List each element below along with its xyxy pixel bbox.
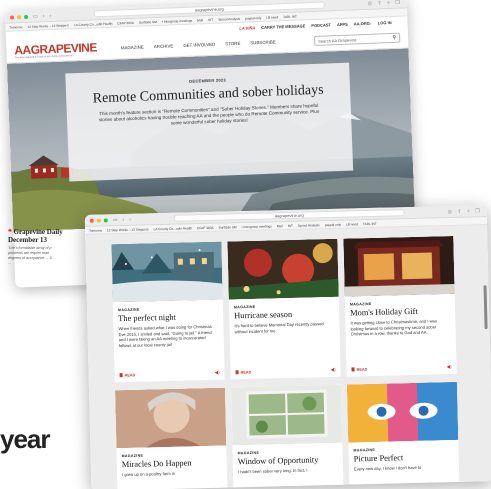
read-button[interactable]: READ — [119, 372, 135, 378]
daily-quote-text: "Life's formidable array of p problems w… — [8, 246, 52, 265]
hero-description: This month's feature section is "Remote … — [98, 102, 320, 126]
article-card[interactable]: MAGAZINE Miracles Do Happen I grew up on… — [114, 387, 228, 489]
storefront-image — [343, 235, 455, 297]
bookmark-item[interactable]: Tomorow — [89, 228, 102, 232]
forward-arrow-icon[interactable]: › — [49, 13, 51, 19]
sidebar-toggle-icon[interactable]: ▭ — [33, 13, 38, 19]
card-excerpt: It was getting close to Christmastime, a… — [350, 318, 437, 337]
utility-nav-carry-message[interactable]: CARRY THE MESSAGE — [261, 23, 305, 30]
close-window-button[interactable] — [9, 14, 15, 20]
speaker-icon[interactable]: ◀) — [331, 367, 336, 373]
bookmark-item[interactable]: 12 Step Works – 12 Steppers — [107, 227, 149, 232]
card-excerpt: When friends asked what I was doing for … — [118, 323, 212, 348]
bookmark-item[interactable]: CFAP 360A — [197, 225, 214, 229]
back-arrow-icon[interactable]: ‹ — [43, 13, 45, 19]
minimize-window-button[interactable] — [96, 218, 101, 223]
daily-date: December 13 — [8, 236, 47, 244]
bookmark-item[interactable]: SurfSide SM — [139, 19, 157, 24]
forward-arrow-icon[interactable]: › — [129, 216, 131, 222]
bookmark-item[interactable]: INT — [288, 223, 293, 227]
bookmark-item[interactable]: paypal only — [245, 15, 261, 20]
card-excerpt: I grew up on a poultry farm in — [121, 470, 176, 478]
nav-archive[interactable]: ARCHIVE — [154, 43, 174, 49]
bookmark-item[interactable]: LA County Co...udio Health — [74, 21, 113, 26]
hero-banner: DECEMBER 2023 Remote Communities and sob… — [6, 48, 415, 232]
maximize-window-button[interactable] — [103, 217, 108, 222]
article-card[interactable]: MAGAZINE Mom's Holiday Gift It was getti… — [343, 235, 457, 377]
read-button[interactable]: READ — [351, 367, 367, 372]
bookmark-item[interactable]: INT — [208, 17, 213, 21]
minimize-window-button[interactable] — [16, 14, 22, 19]
utility-nav-aa-org[interactable]: AA.ORG↑ — [354, 20, 372, 26]
screenshot-collage: year ▭ ‹ › aagrapevine.org ◎ ⇪ + ❐ Tomor… — [0, 0, 491, 489]
garden-window-image — [230, 384, 343, 446]
card-title[interactable]: Mom's Holiday Gift — [350, 306, 450, 318]
speaker-icon[interactable]: ◀) — [215, 370, 220, 376]
back-arrow-icon[interactable]: ‹ — [122, 216, 124, 222]
book-icon — [351, 367, 355, 372]
bookmark-item[interactable]: paypal only — [325, 222, 341, 226]
nav-magazine[interactable]: MAGAZINE — [121, 45, 144, 51]
utility-nav-podcast[interactable]: PODCAST — [311, 22, 331, 28]
browser-toolbar-icons[interactable]: ◎ ⇪ + ❐ — [448, 208, 482, 215]
article-grid-area: MAGAZINE The perfect night When friends … — [85, 225, 491, 489]
maximize-window-button[interactable] — [23, 14, 29, 19]
bookmark-item[interactable]: LA County Co...udio Health — [154, 226, 193, 231]
article-card-grid: MAGAZINE The perfect night When friends … — [111, 235, 460, 489]
read-button[interactable]: READ — [235, 369, 251, 375]
article-card[interactable]: MAGAZINE Picture Perfect Every new day, … — [346, 381, 460, 485]
bookmark-item[interactable]: Sprout Analysis — [218, 16, 240, 21]
bookmark-item[interactable]: SurfSide SM — [219, 225, 237, 229]
quote-icon: ❝ — [8, 228, 12, 236]
bookmark-item[interactable]: CFAP 360A — [117, 20, 134, 25]
daily-title[interactable]: Grapevine Daily — [14, 228, 63, 236]
card-excerpt: I hadn't been sober very long. In fact, … — [237, 467, 308, 475]
card-excerpt: Every new day, I know I don't have to — [353, 464, 422, 472]
page-scrollbar[interactable] — [483, 285, 488, 330]
christmas-ornaments-image — [227, 238, 339, 300]
snowy-street-image — [111, 241, 223, 303]
book-icon — [119, 372, 123, 377]
browser-toolbar-icons[interactable]: ◎ ⇪ + ❐ — [368, 0, 402, 6]
bookmark-item[interactable]: Mail — [277, 224, 283, 228]
close-window-button[interactable] — [89, 218, 94, 223]
card-title[interactable]: The perfect night — [118, 312, 218, 323]
card-title[interactable]: Hurricane season — [234, 309, 334, 320]
woman-portrait-image — [114, 387, 227, 449]
colorful-eye-art-image — [346, 381, 459, 443]
article-card[interactable]: MAGAZINE The perfect night When friends … — [111, 241, 225, 383]
hero-feature-card[interactable]: DECEMBER 2023 Remote Communities and sob… — [65, 62, 354, 182]
nav-get-involved[interactable]: GET INVOLVED — [183, 42, 215, 48]
bookmark-item[interactable]: 12 Step Works – 12 Steppers — [27, 23, 69, 29]
front-browser-window: ▭ ‹ › aagrapevine.org ◎ ⇪ + ❐ Tomorow 12… — [84, 205, 491, 489]
sidebar-toggle-icon[interactable]: ▭ — [113, 217, 118, 223]
bookmark-item[interactable]: Tomorow — [9, 25, 22, 29]
book-icon — [235, 369, 239, 375]
background-year-text: year — [0, 424, 50, 454]
card-title[interactable]: Picture Perfect — [354, 452, 454, 463]
bookmark-item[interactable]: TARL INT — [363, 221, 377, 225]
article-card[interactable]: MAGAZINE Hurricane season It's hard to b… — [227, 238, 341, 380]
article-card[interactable]: MAGAZINE Window of Opportunity I hadn't … — [230, 384, 344, 488]
card-title[interactable]: Window of Opportunity — [238, 455, 338, 466]
bookmark-item[interactable]: • Intergroup meetings — [241, 224, 271, 229]
card-title[interactable]: Miracles Do Happen — [122, 458, 222, 469]
nav-store[interactable]: STORE — [225, 41, 240, 47]
search-icon[interactable]: ⚲ — [392, 34, 396, 40]
bookmark-item[interactable]: Mail — [197, 18, 203, 22]
nav-subscribe[interactable]: SUBSCRIBE — [250, 39, 276, 45]
bookmark-item[interactable]: • Intergroup meetings — [162, 18, 192, 23]
bookmark-item[interactable]: LB need — [266, 15, 278, 19]
la-vina-link[interactable]: LA VIÑA — [239, 25, 255, 31]
grapevine-daily-section: ❝ Grapevine Daily December 13 "Life's fo… — [8, 228, 88, 266]
card-excerpt: It's hard to believe Memorial Day recent… — [234, 321, 324, 334]
speaker-icon[interactable]: ◀) — [446, 364, 451, 370]
bookmark-item[interactable]: Sprout Analysis — [298, 223, 320, 228]
utility-nav-login[interactable]: LOG IN — [378, 19, 392, 25]
aa-grapevine-logo[interactable]: AAGRAPEVINE The International Journal of… — [14, 40, 97, 59]
bookmark-item[interactable]: TARL INT — [283, 14, 297, 19]
search-input[interactable]: Search AA Grapevine ⚲ — [313, 32, 401, 46]
utility-nav-apps[interactable]: APPS — [337, 21, 348, 26]
bookmark-item[interactable]: LB need — [346, 222, 358, 226]
